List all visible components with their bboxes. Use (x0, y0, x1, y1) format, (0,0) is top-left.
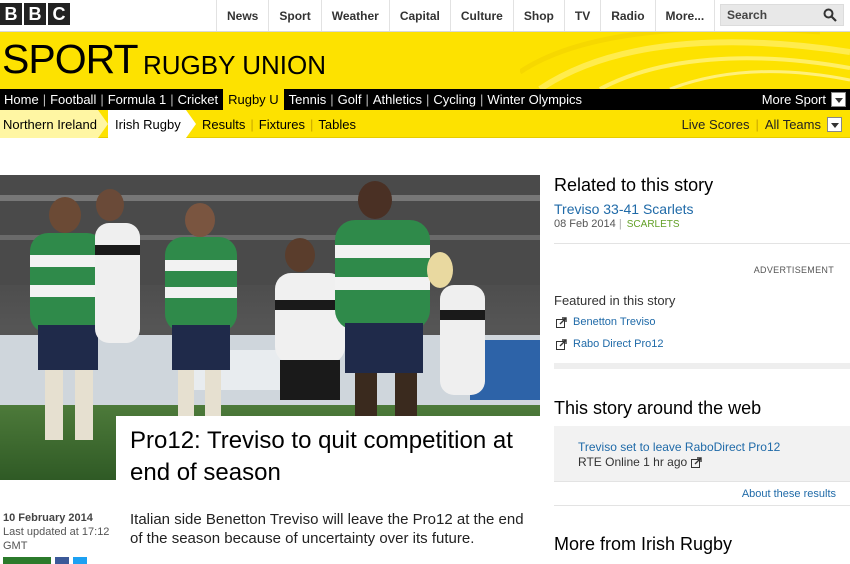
top-nav-sport[interactable]: Sport (268, 0, 320, 31)
all-teams-label[interactable]: All Teams (765, 117, 821, 132)
breadcrumb-arrow (186, 110, 196, 138)
advertisement-label: ADVERTISEMENT (753, 265, 834, 275)
sport-nav-tennis[interactable]: Tennis (285, 89, 331, 110)
top-nav: News Sport Weather Capital Culture Shop … (216, 0, 716, 31)
divider (554, 243, 850, 244)
article-date: 10 February 2014 (3, 512, 93, 524)
external-link-icon (691, 456, 702, 468)
related-story-meta: 08 Feb 2014 | SCARLETS (554, 218, 680, 230)
related-story-link[interactable]: Treviso 33-41 Scarlets (554, 201, 694, 217)
related-story-date: 08 Feb 2014 (554, 218, 616, 230)
dropdown-arrow-icon (831, 92, 846, 107)
twitter-icon[interactable] (73, 557, 87, 564)
divider (554, 481, 850, 482)
bbc-logo-letter: C (48, 3, 70, 25)
meta-separator: | (618, 218, 622, 230)
sport-nav-home[interactable]: Home (0, 89, 43, 110)
web-story-link[interactable]: Treviso set to leave RaboDirect Pro12 (578, 440, 780, 454)
featured-item-rabo-direct-pro12[interactable]: Rabo Direct Pro12 (556, 338, 664, 350)
external-link-icon (556, 316, 567, 328)
sport-banner: SPORT RUGBY UNION (0, 32, 850, 89)
top-nav-weather[interactable]: Weather (320, 0, 389, 31)
top-nav-more[interactable]: More... (654, 0, 716, 31)
article-intro: Italian side Benetton Treviso will leave… (130, 511, 524, 547)
more-sport-label: More Sport (761, 92, 826, 107)
top-nav-culture[interactable]: Culture (449, 0, 513, 31)
featured-heading: Featured in this story (554, 293, 676, 308)
sub-nav-tables[interactable]: Tables (318, 117, 356, 132)
external-link-icon (556, 338, 567, 350)
sub-nav-fixtures[interactable]: Fixtures (259, 117, 305, 132)
sport-nav-athletics[interactable]: Athletics (369, 89, 426, 110)
sport-nav: Home | Football | Formula 1 | Cricket Ru… (0, 89, 850, 110)
about-these-results-link[interactable]: About these results (742, 488, 836, 500)
article-headline: Pro12: Treviso to quit competition at en… (130, 427, 513, 486)
related-story-heading: Related to this story (554, 175, 714, 195)
around-the-web-box: Treviso set to leave RaboDirect Pro12 RT… (554, 426, 850, 481)
divider (554, 505, 850, 506)
breadcrumb-northern-ireland[interactable]: Northern Ireland (0, 110, 98, 138)
featured-item-label: Rabo Direct Pro12 (573, 338, 664, 350)
breadcrumb-arrow (98, 110, 108, 138)
sport-nav-cycling[interactable]: Cycling (429, 89, 480, 110)
rugby-sub-nav: Northern Ireland Irish Rugby Results | F… (0, 110, 850, 138)
nav-separator: | (250, 116, 254, 132)
sport-nav-formula-1[interactable]: Formula 1 (104, 89, 171, 110)
divider-bar (554, 363, 850, 369)
web-story-meta: RTE Online 1 hr ago (578, 455, 702, 469)
share-tools (3, 557, 87, 564)
section-title[interactable]: RUGBY UNION (143, 50, 326, 81)
related-story-tag[interactable]: SCARLETS (627, 219, 680, 230)
search-icon[interactable] (823, 8, 837, 22)
top-nav-radio[interactable]: Radio (600, 0, 654, 31)
sport-nav-winter-olympics[interactable]: Winter Olympics (483, 89, 586, 110)
bbc-logo-letter: B (0, 3, 22, 25)
web-story-source: RTE Online 1 hr ago (578, 455, 688, 469)
featured-item-label: Benetton Treviso (573, 316, 656, 328)
facebook-icon[interactable] (55, 557, 69, 564)
all-teams-dropdown-icon[interactable] (827, 116, 842, 132)
sport-title[interactable]: SPORT (2, 36, 138, 83)
sub-nav-results[interactable]: Results (202, 117, 245, 132)
article-meta: 10 February 2014 Last updated at 17:12 G… (3, 512, 121, 553)
top-nav-news[interactable]: News (216, 0, 268, 31)
search-box (720, 4, 844, 26)
top-nav-capital[interactable]: Capital (388, 0, 450, 31)
sport-nav-rugby-union[interactable]: Rugby U (223, 89, 284, 110)
breadcrumb-irish-rugby[interactable]: Irish Rugby (108, 110, 186, 138)
nav-separator: | (755, 116, 759, 132)
live-scores-link[interactable]: Live Scores (682, 117, 750, 132)
search-input[interactable] (721, 5, 821, 25)
share-button[interactable] (3, 557, 51, 564)
article-updated: Last updated at 17:12 GMT (3, 526, 110, 552)
sport-nav-golf[interactable]: Golf (334, 89, 366, 110)
more-sport-dropdown[interactable]: More Sport (762, 89, 846, 110)
around-the-web-heading: This story around the web (554, 398, 762, 418)
more-from-irish-rugby-heading: More from Irish Rugby (554, 534, 733, 554)
article-headline-box: Pro12: Treviso to quit competition at en… (116, 416, 540, 492)
featured-item-benetton-treviso[interactable]: Benetton Treviso (556, 316, 656, 328)
bbc-top-bar: B B C News Sport Weather Capital Culture… (0, 0, 850, 32)
sport-nav-football[interactable]: Football (46, 89, 100, 110)
banner-swirl-graphic (520, 32, 850, 89)
nav-separator: | (309, 116, 314, 132)
bbc-logo-letter: B (24, 3, 46, 25)
bbc-logo[interactable]: B B C (0, 3, 70, 25)
sport-nav-cricket[interactable]: Cricket (174, 89, 222, 110)
top-nav-tv[interactable]: TV (563, 0, 600, 31)
top-nav-shop[interactable]: Shop (512, 0, 564, 31)
